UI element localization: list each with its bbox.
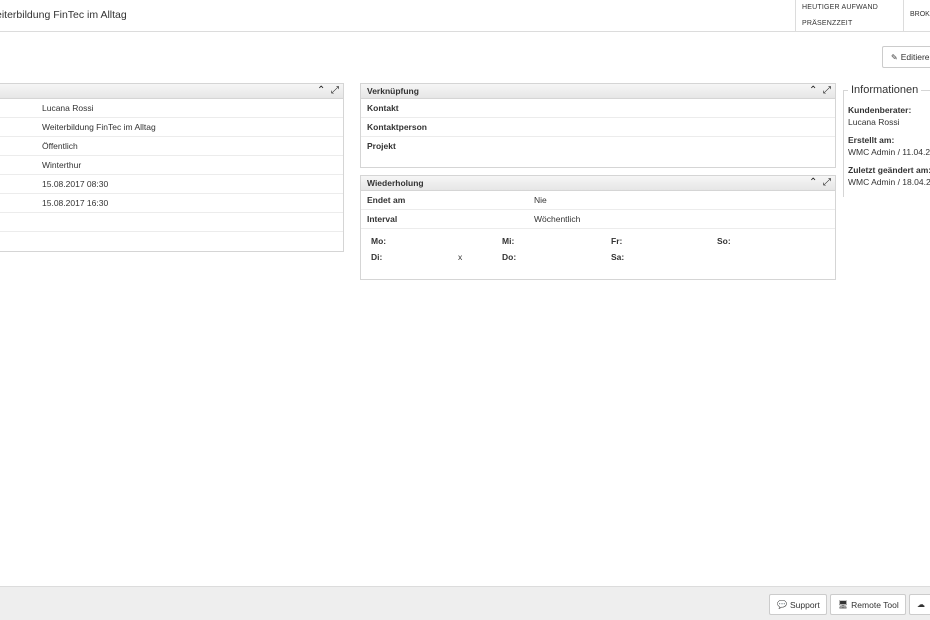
monitor-icon: 🖥 bbox=[838, 600, 849, 609]
chevron-up-icon[interactable]: ⌃ bbox=[809, 177, 817, 189]
expand-icon[interactable]: ⤢ bbox=[823, 85, 831, 97]
day-sa: Sa: bbox=[611, 252, 625, 262]
remote-tool-button[interactable]: 🖥 Remote Tool bbox=[830, 594, 906, 615]
advisor-label: Kundenberater: bbox=[848, 105, 912, 115]
broker-menu[interactable]: BROK bbox=[903, 0, 930, 32]
repeat-panel: Wiederholung ⌃ ⤢ Endet am Nie Interval W… bbox=[360, 175, 836, 280]
chevron-up-icon[interactable]: ⌃ bbox=[809, 85, 817, 97]
link-panel-title: Verknüpfung bbox=[367, 86, 419, 96]
day-so: So: bbox=[717, 236, 731, 246]
link-row-contact-person: Kontaktperson bbox=[361, 118, 835, 137]
detail-row: Winterthur bbox=[0, 156, 343, 175]
day-di-value: x bbox=[458, 252, 463, 262]
support-label: Support bbox=[789, 599, 820, 610]
interval-value: Wöchentlich bbox=[534, 214, 581, 224]
detail-value: Winterthur bbox=[42, 160, 82, 170]
detail-value: Öffentlich bbox=[42, 141, 78, 151]
pencil-icon: ✎ bbox=[891, 52, 898, 62]
created-value: WMC Admin / 11.04.2 bbox=[848, 147, 930, 157]
top-bar: eiterbildung FinTec im Alltag HEUTIGER A… bbox=[0, 0, 930, 32]
expand-icon[interactable]: ⤢ bbox=[823, 177, 831, 189]
edit-button-label: Editiere bbox=[900, 52, 930, 62]
project-label: Projekt bbox=[367, 141, 396, 151]
chevron-up-icon[interactable]: ⌃ bbox=[317, 85, 325, 97]
today-effort-label: HEUTIGER AUFWAND bbox=[802, 4, 879, 11]
detail-value: 15.08.2017 16:30 bbox=[42, 198, 109, 208]
link-panel-header: Verknüpfung ⌃ ⤢ bbox=[361, 84, 835, 99]
broker-label: BROK bbox=[910, 11, 930, 18]
advisor-value: Lucana Rossi bbox=[848, 117, 900, 127]
details-panel: ⌃ ⤢ Lucana Rossi Weiterbildung FinTec im… bbox=[0, 83, 344, 252]
detail-row: Weiterbildung FinTec im Alltag bbox=[0, 118, 343, 137]
expand-icon[interactable]: ⤢ bbox=[331, 85, 339, 97]
info-box: Informationen Kundenberater: Lucana Ross… bbox=[843, 84, 930, 197]
interval-label: Interval bbox=[367, 214, 398, 224]
day-do: Do: bbox=[502, 252, 517, 262]
modified-label: Zuletzt geändert am: bbox=[848, 165, 930, 175]
support-button[interactable]: 💬 Support bbox=[769, 594, 827, 615]
time-stats[interactable]: HEUTIGER AUFWAND PRÄSENZZEIT bbox=[795, 0, 903, 32]
detail-value: 15.08.2017 08:30 bbox=[42, 179, 109, 189]
link-panel: Verknüpfung ⌃ ⤢ Kontakt Kontaktperson Pr… bbox=[360, 83, 836, 168]
chat-icon: 💬 bbox=[777, 600, 787, 609]
detail-row: 15.08.2017 08:30 bbox=[0, 175, 343, 194]
contact-label: Kontakt bbox=[367, 103, 399, 113]
detail-value: Weiterbildung FinTec im Alltag bbox=[42, 122, 156, 132]
page-title: eiterbildung FinTec im Alltag bbox=[0, 9, 127, 21]
remote-tool-label: Remote Tool bbox=[851, 599, 899, 610]
repeat-panel-title: Wiederholung bbox=[367, 178, 424, 188]
edit-button[interactable]: ✎ Editiere bbox=[882, 46, 930, 68]
cloud-button[interactable]: ☁ bbox=[909, 594, 930, 615]
end-value: Nie bbox=[534, 195, 547, 205]
day-mi: Mi: bbox=[502, 236, 515, 246]
cloud-icon: ☁ bbox=[917, 600, 925, 609]
detail-row: Lucana Rossi bbox=[0, 99, 343, 118]
presence-time-label: PRÄSENZZEIT bbox=[802, 20, 853, 27]
day-di: Di: bbox=[371, 252, 383, 262]
footer-bar: 💬 Support 🖥 Remote Tool ☁ bbox=[0, 586, 930, 620]
details-panel-header: ⌃ ⤢ bbox=[0, 84, 343, 99]
day-mo: Mo: bbox=[371, 236, 387, 246]
link-row-contact: Kontakt bbox=[361, 99, 835, 118]
link-row-project: Projekt bbox=[361, 137, 835, 156]
detail-row: Öffentlich bbox=[0, 137, 343, 156]
detail-row: 15.08.2017 16:30 bbox=[0, 194, 343, 213]
info-title: Informationen bbox=[848, 84, 922, 96]
day-fr: Fr: bbox=[611, 236, 623, 246]
repeat-row-interval: Interval Wöchentlich bbox=[361, 210, 835, 229]
end-label: Endet am bbox=[367, 195, 406, 205]
modified-value: WMC Admin / 18.04.2 bbox=[848, 177, 930, 187]
repeat-row-end: Endet am Nie bbox=[361, 191, 835, 210]
detail-row bbox=[0, 213, 343, 232]
detail-value: Lucana Rossi bbox=[42, 103, 94, 113]
repeat-panel-header: Wiederholung ⌃ ⤢ bbox=[361, 176, 835, 191]
created-label: Erstellt am: bbox=[848, 135, 895, 145]
contact-person-label: Kontaktperson bbox=[367, 122, 427, 132]
